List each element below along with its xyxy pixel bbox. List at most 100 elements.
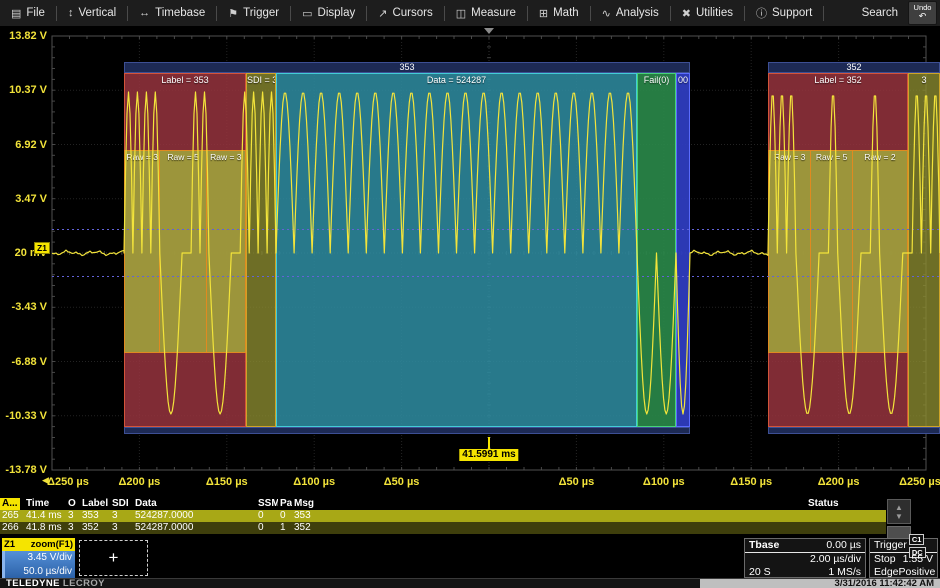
table-row[interactable]: 26541.4 ms33533524287.000000353 (0, 510, 886, 522)
menu-item-vertical[interactable]: ↕Vertical (57, 0, 127, 26)
decode-data-segment-1: Data = 524287 (276, 73, 637, 427)
z1-time-per-div: 50.0 µs/div (5, 565, 72, 579)
table-cell (806, 510, 886, 522)
table-header-cell[interactable]: SDI (110, 498, 133, 510)
raw-value: Raw = 2 (853, 152, 907, 162)
menu-item-label: Trigger (243, 7, 279, 19)
decode-message-footer-2 (768, 427, 940, 434)
display-icon: ▭ (302, 7, 312, 20)
table-header-row: A...TimeOLabelSDIDataSSMPaMsgStatus (0, 498, 886, 510)
table-header-cell[interactable]: SSM (256, 498, 278, 510)
undo-button[interactable]: Undo ↶ (908, 1, 937, 25)
timebase-icon: ↔ (139, 7, 150, 19)
trigger-position-marker (484, 28, 494, 34)
menu-item-support[interactable]: ⓘ Support (745, 0, 823, 26)
decode-raw-band-2: Raw = 3 Raw = 5 Raw = 2 (768, 150, 908, 353)
brand-secondary: LECROY (63, 578, 105, 588)
decode-message-header-1: 353 (124, 62, 690, 73)
tbase-time-per-div: 2.00 µs/div (810, 553, 861, 566)
decode-result-table: A...TimeOLabelSDIDataSSMPaMsgStatus26541… (0, 498, 886, 534)
raw-value: Raw = 5 (160, 152, 205, 162)
brand-logo: TELEDYNE LECROY (6, 579, 105, 588)
menu-item-list: ▤File↕Vertical↔Timebase⚑Trigger▭Display↗… (0, 0, 824, 26)
menu-item-display[interactable]: ▭Display (291, 0, 366, 26)
table-cell: 524287.0000 (133, 510, 256, 522)
decode-ssm-text: 00 (677, 75, 689, 85)
menu-item-cursors[interactable]: ↗ Cursors (367, 0, 443, 26)
table-row[interactable]: 26641.8 ms33523524287.000001352 (0, 522, 886, 534)
decode-data-text: Data = 524287 (277, 75, 636, 85)
menu-item-label: Cursors (392, 7, 432, 19)
table-header-cell[interactable]: A... (0, 498, 24, 510)
decode-message-id: 353 (399, 62, 414, 72)
table-cell (806, 522, 886, 534)
scroll-down-icon[interactable]: ▼ (895, 512, 903, 521)
table-cell: 524287.0000 (133, 522, 256, 534)
table-header-cell[interactable]: Pa (278, 498, 292, 510)
scroll-up-icon[interactable]: ▲ (895, 503, 903, 512)
h-axis-label: Δ100 µs (293, 476, 335, 488)
table-header-cell[interactable]: Msg (292, 498, 806, 510)
menu-item-label: Analysis (616, 7, 659, 19)
menu-item-label: File (26, 7, 45, 19)
table-cell: 1 (278, 522, 292, 534)
trigger-descriptor[interactable]: Trigger C1 DC Stop 1.55 V Edge Positive (869, 538, 938, 578)
table-cell: 352 (80, 522, 110, 534)
search-button[interactable]: Search (852, 7, 908, 19)
h-axis-label: Δ250 µs (899, 476, 940, 488)
z1-trace-descriptor[interactable]: Z1 zoom(F1) 3.45 V/div 50.0 µs/div (2, 538, 75, 578)
table-header-cell[interactable]: Time (24, 498, 66, 510)
table-cell: 0 (278, 510, 292, 522)
tbase-label: Tbase (749, 539, 779, 552)
add-trace-button[interactable]: + (79, 540, 148, 576)
table-cell: 0 (256, 510, 278, 522)
menu-item-trigger[interactable]: ⚑Trigger (217, 0, 290, 26)
table-header-cell[interactable]: Data (133, 498, 256, 510)
table-cell: 353 (292, 510, 806, 522)
menu-item-file[interactable]: ▤File (0, 0, 56, 26)
trigger-source-badge: C1 (909, 534, 925, 545)
decode-message-header-2: 352 (768, 62, 940, 73)
menu-item-utilities[interactable]: ✖Utilities (671, 0, 744, 26)
decode-message-id: 352 (846, 62, 861, 72)
math-icon: ⊞ (539, 7, 548, 20)
z1-name: Z1 (4, 538, 15, 551)
v-axis-label: -3.43 V (0, 301, 47, 313)
support-icon: ⓘ (756, 5, 767, 21)
table-scroll-buttons[interactable]: ▲ ▼ (887, 499, 911, 524)
decode-sdi-text: 3 (909, 75, 939, 85)
measure-icon: ◫ (456, 7, 466, 20)
h-axis-label: Δ150 µs (206, 476, 248, 488)
cursors-icon: ↗ (378, 7, 387, 20)
menu-item-measure[interactable]: ◫ Measure (445, 0, 527, 26)
trigger-time-tick (488, 437, 490, 449)
table-cell: 3 (110, 510, 133, 522)
menu-item-math[interactable]: ⊞Math (528, 0, 590, 26)
menu-item-label: Utilities (696, 7, 733, 19)
h-axis-label: Δ50 µs (384, 476, 420, 488)
menu-item-analysis[interactable]: ∿Analysis (591, 0, 670, 26)
trigger-level: 1.55 V (903, 553, 933, 566)
h-axis-label: Δ200 µs (818, 476, 860, 488)
table-cell: 266 (0, 522, 24, 534)
menu-item-label: Timebase (155, 7, 205, 19)
decode-sdi-text: SDI = 3 (247, 75, 275, 85)
menu-item-label: Support (772, 7, 812, 19)
decode-label-text: Label = 352 (769, 75, 907, 85)
menu-item-timebase[interactable]: ↔ Timebase (128, 0, 216, 26)
h-axis-label: Δ200 µs (119, 476, 161, 488)
table-cell: 353 (80, 510, 110, 522)
table-header-cell[interactable]: Label (80, 498, 110, 510)
decode-raw-band-1: Raw = 3 Raw = 5 Raw = 3 (124, 150, 246, 353)
table-cell: 3 (110, 522, 133, 534)
undo-icon: ↶ (919, 12, 927, 22)
z1-volts-per-div: 3.45 V/div (5, 551, 72, 565)
trigger-mode: Stop (874, 553, 896, 566)
table-header-cell[interactable]: Status (806, 498, 886, 510)
v-axis-label: 3.47 V (0, 193, 47, 205)
raw-value: Raw = 3 (207, 152, 245, 162)
table-header-cell[interactable]: O (66, 498, 80, 510)
menu-item-label: Measure (471, 7, 516, 19)
timebase-descriptor[interactable]: Tbase 0.00 µs 2.00 µs/div 20 S 1 MS/s (744, 538, 866, 578)
raw-value: Raw = 3 (125, 152, 159, 162)
